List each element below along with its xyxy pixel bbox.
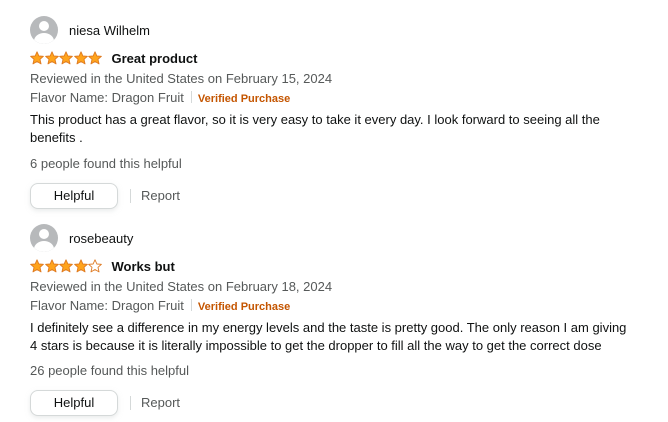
helpful-button[interactable]: Helpful	[30, 182, 118, 209]
star-filled-icon	[30, 259, 44, 273]
helpful-button[interactable]: Helpful	[30, 389, 118, 416]
review-title-row: Works but	[30, 257, 640, 275]
helpful-count: 26 people found this helpful	[30, 363, 190, 378]
review-actions: Helpful Report	[30, 389, 640, 416]
format-divider	[190, 299, 192, 311]
avatar[interactable]	[30, 224, 58, 252]
star-filled-icon	[59, 259, 73, 273]
review-title[interactable]: Works but	[112, 259, 175, 274]
review-title[interactable]: Great product	[112, 51, 198, 66]
action-divider	[130, 395, 131, 410]
star-filled-icon	[59, 51, 73, 65]
review-body: This product has a great flavor, so it i…	[30, 112, 600, 145]
reviewer-name[interactable]: niesa Wilhelm	[69, 23, 150, 38]
reviewer-profile[interactable]: rosebeauty	[30, 224, 640, 252]
report-link[interactable]: Report	[141, 188, 180, 203]
flavor-name: Flavor Name: Dragon Fruit	[30, 298, 184, 313]
star-filled-icon	[44, 51, 59, 65]
star-rating[interactable]	[30, 50, 103, 66]
review-card: niesa Wilhelm Great product Reviewed in …	[30, 16, 640, 209]
star-filled-icon	[30, 51, 44, 65]
review-date: Reviewed in the United States on Februar…	[30, 279, 333, 294]
review-body: I definitely see a difference in my ener…	[30, 320, 627, 353]
star-filled-icon	[88, 51, 102, 65]
review-title-row: Great product	[30, 49, 640, 67]
review-card: rosebeauty Works but Reviewed in the Uni…	[30, 224, 640, 416]
avatar-head	[39, 21, 49, 31]
star-filled-icon	[73, 51, 88, 65]
verified-purchase-badge: Verified Purchase	[197, 301, 291, 313]
avatar-shoulders	[34, 241, 54, 252]
review-actions: Helpful Report	[30, 182, 640, 209]
review-format-row: Flavor Name: Dragon Fruit Verified Purcha…	[30, 88, 640, 107]
star-filled-icon	[73, 259, 88, 273]
review-date: Reviewed in the United States on Februar…	[30, 71, 333, 86]
action-divider	[130, 188, 131, 203]
star-rating[interactable]	[30, 258, 103, 274]
reviewer-name[interactable]: rosebeauty	[69, 231, 133, 246]
format-divider	[190, 91, 192, 103]
avatar-head	[39, 229, 49, 239]
star-empty-icon	[88, 259, 102, 273]
verified-purchase-badge: Verified Purchase	[197, 93, 291, 105]
star-filled-icon	[44, 259, 59, 273]
avatar-shoulders	[34, 33, 54, 44]
avatar[interactable]	[30, 16, 58, 44]
reviewer-profile[interactable]: niesa Wilhelm	[30, 16, 640, 44]
review-format-row: Flavor Name: Dragon Fruit Verified Purcha…	[30, 296, 640, 315]
flavor-name: Flavor Name: Dragon Fruit	[30, 90, 184, 105]
report-link[interactable]: Report	[141, 395, 180, 410]
helpful-count: 6 people found this helpful	[30, 156, 182, 171]
